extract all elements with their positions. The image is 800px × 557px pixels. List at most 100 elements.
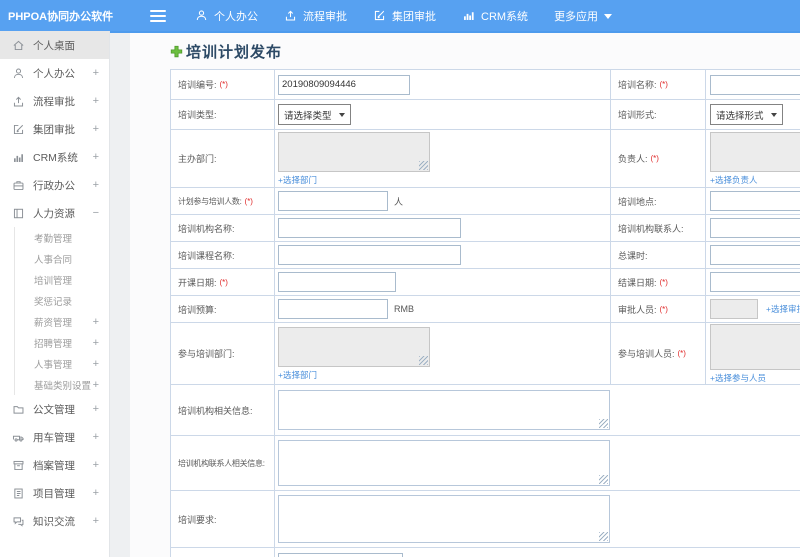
unit-label: 人 (394, 196, 404, 207)
vehicle-icon (12, 431, 25, 444)
total-hours-input[interactable] (710, 245, 800, 265)
field-label-location: 培训地点: (618, 196, 657, 207)
planned-participants-input[interactable] (278, 191, 388, 211)
sidebar-item-rewards[interactable]: 奖惩记录 (15, 290, 109, 311)
sidebar-item-personal-desktop[interactable]: 个人桌面 (0, 31, 109, 59)
nav-item-workflow-approval[interactable]: 流程审批 (271, 0, 360, 31)
sidebar-item-base-category[interactable]: 基础类别设置 + (15, 374, 109, 395)
select-leader-link[interactable]: +选择负责人 (710, 174, 757, 186)
field-label-training-form: 培训形式: (618, 110, 657, 120)
participants-textarea[interactable] (710, 323, 800, 370)
org-contact-info-textarea[interactable] (278, 440, 610, 486)
home-icon (12, 39, 25, 52)
field-label-training-type: 培训类型: (178, 110, 217, 120)
briefcase-icon (12, 179, 25, 192)
form-row: 培训类型: 请选择类型 培训形式: 请选择形式 (171, 100, 800, 130)
location-input[interactable] (710, 191, 800, 211)
form-row: 培训编号: (*) 培训名称: (*) (171, 70, 800, 100)
user-icon (12, 67, 25, 80)
training-name-input[interactable] (710, 74, 800, 95)
field-label-training-no: 培训编号: (178, 80, 217, 90)
sidebar-item-documents[interactable]: 公文管理 + (0, 395, 109, 423)
sidebar-item-training[interactable]: 培训管理 (15, 269, 109, 290)
select-dept-link[interactable]: +选择部门 (278, 174, 317, 186)
nav-item-crm[interactable]: CRM系统 (449, 0, 541, 31)
field-label-course-name: 培训课程名称: (178, 250, 235, 261)
nav-item-label: 更多应用 (554, 10, 599, 23)
sidebar-item-attendance[interactable]: 考勤管理 (15, 227, 109, 248)
nav-item-label: 个人办公 (214, 10, 258, 23)
participating-depts-textarea[interactable] (278, 326, 430, 367)
required-marker: (*) (650, 154, 659, 163)
field-label-host-dept: 主办部门: (178, 154, 217, 164)
content-panel: 培训计划发布 培训编号: (*) 培训名称: (*) (130, 33, 800, 557)
approver-input[interactable] (710, 299, 758, 319)
sidebar-item-group-approval[interactable]: 集团审批 + (0, 115, 109, 143)
workflow-upload-icon (284, 9, 297, 22)
training-no-input[interactable] (278, 74, 410, 95)
sidebar-item-salary[interactable]: 薪资管理 + (15, 311, 109, 332)
attachment-input[interactable] (278, 552, 403, 557)
select-participants-link[interactable]: +选择参与人员 (710, 372, 766, 384)
menu-toggle-icon[interactable] (150, 9, 166, 22)
field-label-budget: 培训预算: (178, 304, 217, 315)
sidebar-item-hr[interactable]: 人力资源 − (0, 199, 109, 227)
field-label-end-date: 结课日期: (618, 277, 657, 288)
sidebar-item-crm[interactable]: CRM系统 + (0, 143, 109, 171)
page-title-text: 培训计划发布 (186, 44, 283, 61)
sidebar-item-recruiting[interactable]: 招聘管理 + (15, 332, 109, 353)
sidebar-item-vehicles[interactable]: 用车管理 + (0, 423, 109, 451)
start-date-input[interactable] (278, 272, 396, 292)
field-label-org-name: 培训机构名称: (178, 223, 235, 234)
org-info-textarea[interactable] (278, 390, 610, 430)
end-date-input[interactable] (710, 272, 800, 292)
field-label-participants: 参与培训人员: (618, 349, 675, 359)
sidebar-item-archives[interactable]: 档案管理 + (0, 451, 109, 479)
nav-item-label: 流程审批 (303, 10, 347, 23)
crm-chart-icon (462, 9, 475, 22)
top-header: PHPOA协同办公软件 个人办公 流程审批 集团审批 CRM系统 更多应用 (0, 0, 800, 31)
sidebar-item-admin-office[interactable]: 行政办公 + (0, 171, 109, 199)
course-name-input[interactable] (278, 245, 461, 265)
approval-edit-icon (12, 123, 25, 136)
host-dept-textarea[interactable] (278, 131, 430, 172)
field-label-training-name: 培训名称: (618, 80, 657, 90)
form-row: 培训课程名称: 总课时: (171, 242, 800, 269)
sidebar-item-knowledge[interactable]: 知识交流 + (0, 507, 109, 535)
budget-input[interactable] (278, 299, 388, 319)
page-title: 培训计划发布 (130, 33, 800, 62)
form-row: 培训预算: RMB 审批人员: (*) +选择审批人员 (171, 296, 800, 323)
app-logo: PHPOA协同办公软件 (8, 10, 114, 23)
sidebar-item-personnel[interactable]: 人事管理 + (15, 353, 109, 374)
caret-down-icon (604, 13, 613, 23)
field-label-org-contact-info: 培训机构联系人相关信息: (178, 458, 265, 468)
leader-textarea[interactable] (710, 131, 800, 172)
org-contact-input[interactable] (710, 218, 800, 238)
nav-item-more-apps[interactable]: 更多应用 (541, 0, 625, 31)
required-marker: (*) (244, 196, 253, 206)
requirements-textarea[interactable] (278, 495, 610, 543)
nav-item-label: 集团审批 (392, 10, 436, 23)
field-label-org-info: 培训机构相关信息: (178, 405, 253, 416)
field-label-planned-participants: 计划参与培训人数: (178, 196, 242, 206)
org-name-input[interactable] (278, 218, 461, 238)
form-row: 培训机构联系人相关信息: (171, 436, 800, 491)
nav-item-personal-office[interactable]: 个人办公 (182, 0, 271, 31)
form-row: 附件文档: +附件上传 (171, 548, 800, 557)
field-label-leader: 负责人: (618, 154, 648, 164)
select-approver-link[interactable]: +选择审批人员 (766, 303, 800, 315)
required-marker: (*) (219, 277, 228, 287)
field-label-start-date: 开课日期: (178, 277, 217, 288)
nav-item-group-approval[interactable]: 集团审批 (360, 0, 449, 31)
sidebar-item-projects[interactable]: 项目管理 + (0, 479, 109, 507)
training-type-select[interactable]: 请选择类型 (278, 104, 351, 125)
sidebar-item-workflow-approval[interactable]: 流程审批 + (0, 87, 109, 115)
form-row: 培训机构相关信息: (171, 385, 800, 436)
workflow-upload-icon (12, 95, 25, 108)
select-dept-link[interactable]: +选择部门 (278, 369, 317, 381)
archive-icon (12, 459, 25, 472)
sidebar-item-hr-contract[interactable]: 人事合同 (15, 248, 109, 269)
training-form-select[interactable]: 请选择形式 (710, 104, 783, 125)
chat-bubbles-icon (12, 515, 25, 528)
sidebar-item-personal-office[interactable]: 个人办公 + (0, 59, 109, 87)
